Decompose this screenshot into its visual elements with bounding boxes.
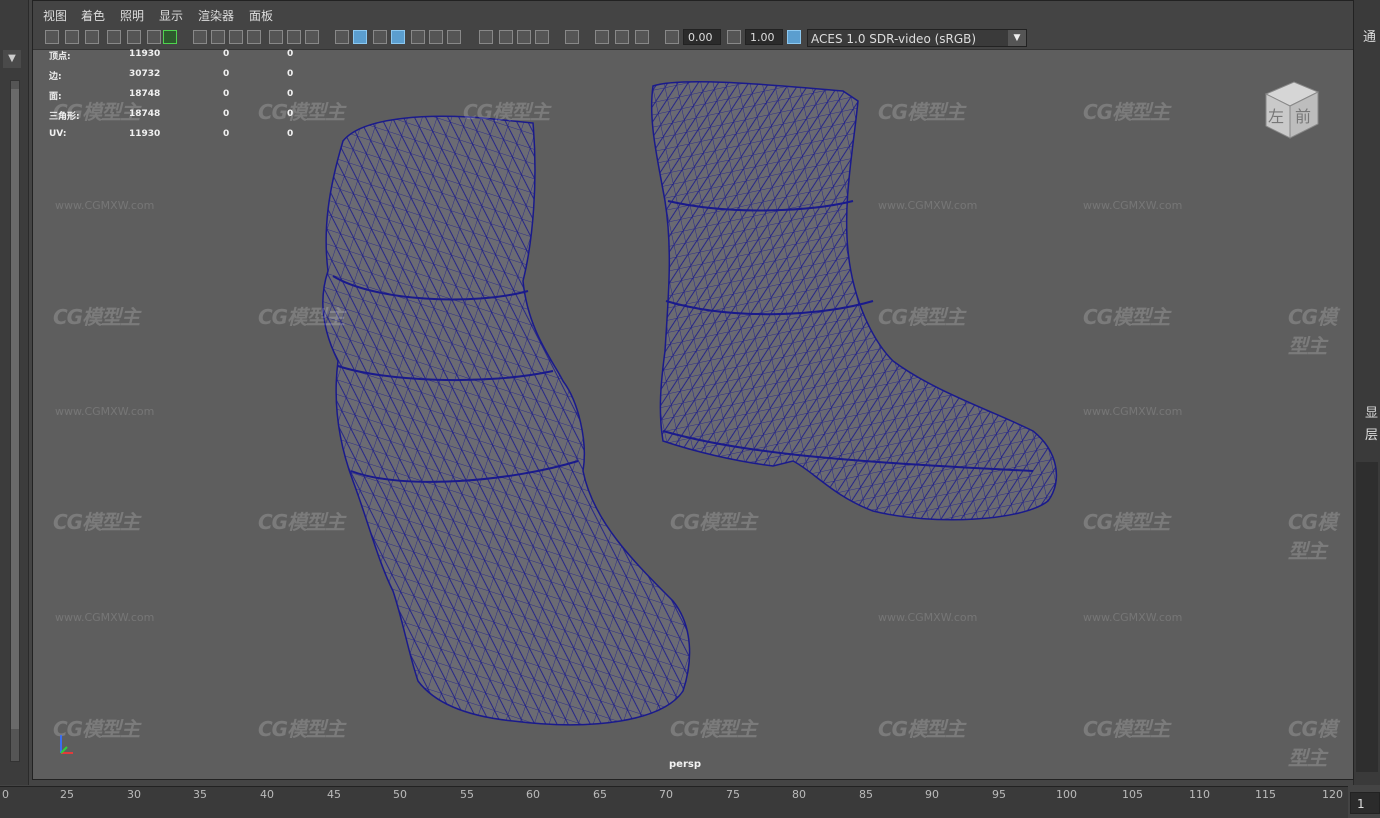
camera-name-label: persp	[669, 759, 701, 770]
frame-tick-label: 120	[1322, 788, 1343, 801]
frame-tick-label: 45	[327, 788, 341, 801]
left-shelf: ▼	[0, 0, 29, 785]
frame-tick-label: 105	[1122, 788, 1143, 801]
watermark-logo: CG模型主	[1083, 510, 1170, 534]
frame-tick-label: 30	[127, 788, 141, 801]
left-boot-mesh[interactable]	[322, 115, 691, 726]
right-panel: 通 显 层	[1353, 0, 1380, 785]
watermark-logo: CG模型主	[670, 717, 757, 741]
watermark-logo: CG模型主	[878, 305, 965, 329]
frame-tick-label: 35	[193, 788, 207, 801]
frame-tick-label: 60	[526, 788, 540, 801]
scrollbar-thumb[interactable]	[11, 89, 19, 729]
watermark-logo: CG模型主	[463, 100, 550, 124]
frame-tick-label: 100	[1056, 788, 1077, 801]
frame-tick-label: 40	[260, 788, 274, 801]
watermark-logo: CG模型主	[258, 717, 345, 741]
axis-gizmo-icon	[60, 735, 73, 754]
right-panel-label-2[interactable]: 显	[1365, 402, 1378, 421]
frame-tick-label: 110	[1189, 788, 1210, 801]
frame-tick-label: 115	[1255, 788, 1276, 801]
viewcube-front-label[interactable]: 前	[1295, 107, 1311, 126]
watermark-url: www.CGMXW.com	[878, 611, 978, 624]
watermark-logo: CG模型主	[53, 305, 140, 329]
frame-tick-label: 0	[2, 788, 9, 801]
watermark-url: www.CGMXW.com	[55, 405, 155, 418]
frame-tick-label: 85	[859, 788, 873, 801]
watermark-url: www.CGMXW.com	[1083, 611, 1183, 624]
right-boot-mesh[interactable]	[650, 80, 1058, 521]
right-panel-label-3[interactable]: 层	[1365, 424, 1378, 443]
right-panel-label-1[interactable]: 通	[1363, 26, 1376, 45]
viewcube-left-label[interactable]: 左	[1268, 107, 1284, 126]
watermark-url: www.CGMXW.com	[1083, 199, 1183, 212]
watermark-logo: CG模型主	[1083, 305, 1170, 329]
watermark-url: www.CGMXW.com	[1083, 405, 1183, 418]
watermark-logo: CG模型主	[258, 510, 345, 534]
watermark-url: www.CGMXW.com	[55, 199, 155, 212]
frame-tick-label: 70	[659, 788, 673, 801]
viewcube-icon[interactable]: 左 前	[1258, 76, 1324, 142]
watermark-logo: CG模型主	[1288, 717, 1337, 770]
watermark-logo: CG模型主	[878, 717, 965, 741]
time-slider[interactable]: 0 25 30 35 40 45 50 55 60 65 70 75 80 85…	[0, 786, 1348, 818]
watermark-logo: CG模型主	[1288, 510, 1337, 563]
watermark-url: www.CGMXW.com	[878, 199, 978, 212]
watermark-logo: CG模型主	[1083, 100, 1170, 124]
frame-tick-label: 50	[393, 788, 407, 801]
frame-tick-label: 90	[925, 788, 939, 801]
frame-tick-label: 80	[792, 788, 806, 801]
frame-tick-label: 65	[593, 788, 607, 801]
watermark-logo: CG模型主	[53, 510, 140, 534]
watermark-logo: CG模型主	[1288, 305, 1337, 358]
frame-tick-label: 75	[726, 788, 740, 801]
left-scrollbar[interactable]	[10, 80, 20, 762]
viewport-persp[interactable]: 视图 着色 照明 显示 渲染器 面板 0.00 1.00 ACES 1.0 SD…	[32, 0, 1354, 780]
watermark-logo: CG模型主	[258, 305, 345, 329]
frame-tick-label: 25	[60, 788, 74, 801]
frame-tick-label: 95	[992, 788, 1006, 801]
watermark-logo: CG模型主	[53, 100, 140, 124]
watermark-logo: CG模型主	[878, 100, 965, 124]
watermark-logo: CG模型主	[258, 100, 345, 124]
watermark-url: www.CGMXW.com	[55, 611, 155, 624]
watermark-logo: CG模型主	[1083, 717, 1170, 741]
watermark-logo: CG模型主	[670, 510, 757, 534]
frame-tick-label: 55	[460, 788, 474, 801]
collapse-arrow-icon[interactable]: ▼	[3, 50, 21, 68]
right-panel-body	[1356, 462, 1378, 772]
current-frame-input[interactable]: 1	[1350, 792, 1380, 814]
